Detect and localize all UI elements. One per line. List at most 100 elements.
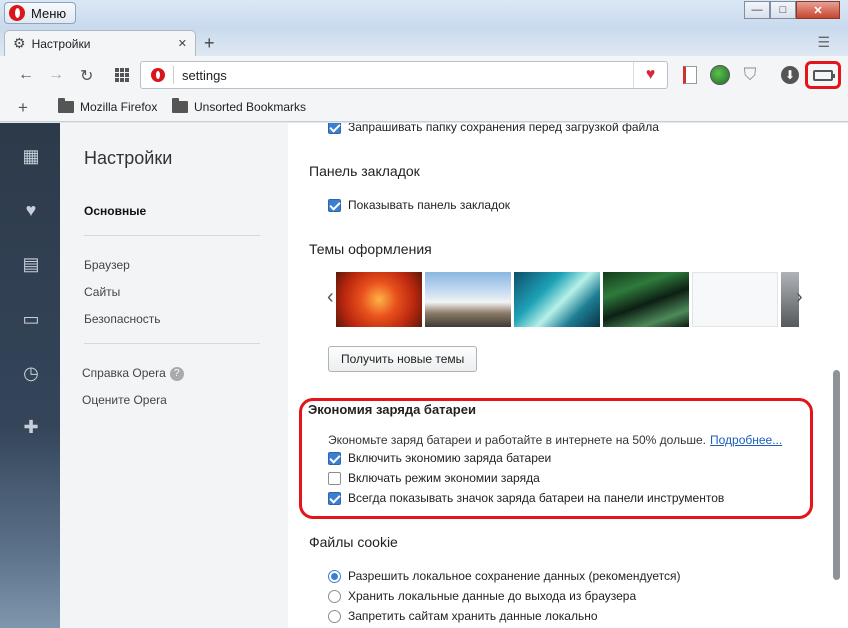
theme-thumbnail-mountains[interactable] xyxy=(425,272,511,327)
rate-opera-link[interactable]: Оцените Opera xyxy=(82,393,167,407)
question-icon: ? xyxy=(169,366,184,381)
download-icon[interactable] xyxy=(780,65,800,85)
help-label: Справка Opera xyxy=(82,366,166,380)
option-label: Включить экономию заряда батареи xyxy=(348,451,552,465)
enable-battery-saver-checkbox[interactable] xyxy=(328,451,341,465)
battery-desc-text: Экономьте заряд батареи и работайте в ин… xyxy=(328,433,706,447)
shield-icon[interactable]: ⛉ xyxy=(740,65,760,85)
cookie-option-allow[interactable]: Разрешить локальное сохранение данных (р… xyxy=(328,569,680,583)
devices-rail-icon[interactable]: ▭ xyxy=(20,308,42,330)
opera-help-link[interactable]: Справка Opera? xyxy=(82,366,184,381)
theme-thumbnail-flower[interactable] xyxy=(336,272,422,327)
bookmark-notebook-icon[interactable] xyxy=(680,65,700,85)
bookmarks-bar: + Mozilla Firefox Unsorted Bookmarks xyxy=(0,94,848,122)
sidebar-item-basic[interactable]: Основные xyxy=(84,204,146,218)
tab-strip: ⚙ Настройки ✕ xyxy=(0,28,848,56)
speed-dial-rail-icon[interactable]: ▦ xyxy=(20,145,42,167)
history-clock-icon[interactable]: ◷ xyxy=(20,362,42,384)
address-url[interactable]: settings xyxy=(182,68,227,83)
cookie-block-radio[interactable] xyxy=(328,609,341,623)
learn-more-link[interactable]: Подробнее... xyxy=(710,433,782,447)
battery-icon xyxy=(813,69,835,81)
bookmark-label: Unsorted Bookmarks xyxy=(194,100,307,114)
settings-title: Настройки xyxy=(84,148,173,168)
opera-badge-icon xyxy=(151,68,165,82)
opera-logo-icon xyxy=(9,5,25,21)
menu-label: Меню xyxy=(31,5,67,21)
battery-saver-heading: Экономия заряда батареи xyxy=(308,402,476,417)
folder-icon xyxy=(58,98,74,113)
theme-thumbnail-leaf[interactable] xyxy=(603,272,689,327)
themes-carousel xyxy=(336,272,799,327)
cookie-option-block[interactable]: Запретить сайтам хранить данные локально xyxy=(328,609,598,623)
sidebar-rail: ▦ ♥ ▤ ▭ ◷ ✚ xyxy=(0,123,60,628)
settings-content: Запрашивать папку сохранения перед загру… xyxy=(288,123,828,628)
themes-heading: Темы оформления xyxy=(309,241,432,257)
theme-thumbnail-blank[interactable] xyxy=(692,272,778,327)
sidebar-item-sites[interactable]: Сайты xyxy=(84,285,120,299)
extensions-puzzle-icon[interactable]: ✚ xyxy=(20,416,42,438)
sidebar-divider xyxy=(84,235,260,236)
address-toolbar: ← → ↻ settings ♥ ⛉ xyxy=(0,56,848,94)
new-tab-button[interactable]: + xyxy=(204,33,215,54)
battery-saver-toolbar-button[interactable] xyxy=(805,61,841,89)
tab-menu-icon[interactable]: ☰ xyxy=(817,34,830,51)
cookie-option-session[interactable]: Хранить локальные данные до выхода из бр… xyxy=(328,589,636,603)
theme-thumbnail-waves[interactable] xyxy=(514,272,600,327)
tab-close-icon[interactable]: ✕ xyxy=(178,37,187,50)
settings-sidebar: Настройки Основные Браузер Сайты Безопас… xyxy=(60,123,288,628)
option-label: Запрашивать папку сохранения перед загру… xyxy=(348,123,659,134)
news-rail-icon[interactable]: ▤ xyxy=(20,253,42,275)
back-icon[interactable]: ← xyxy=(18,66,34,84)
gear-icon: ⚙ xyxy=(13,35,26,51)
cookies-heading: Файлы cookie xyxy=(309,534,398,550)
show-bookmarks-panel-checkbox[interactable] xyxy=(328,198,341,212)
option-label: Включать режим экономии заряда xyxy=(348,471,540,485)
get-new-themes-button[interactable]: Получить новые темы xyxy=(328,346,478,372)
show-battery-icon-option[interactable]: Всегда показывать значок заряда батареи … xyxy=(328,491,724,505)
show-battery-icon-checkbox[interactable] xyxy=(328,491,341,505)
tab-title: Настройки xyxy=(31,36,91,51)
ask-download-folder-option[interactable]: Запрашивать папку сохранения перед загру… xyxy=(328,123,659,134)
bookmark-folder-unsorted[interactable]: Unsorted Bookmarks xyxy=(172,98,307,114)
auto-battery-saver-checkbox[interactable] xyxy=(328,471,341,485)
cookie-allow-radio[interactable] xyxy=(328,569,341,583)
globe-extension-icon[interactable] xyxy=(710,65,730,85)
bookmarks-panel-heading: Панель закладок xyxy=(309,163,420,179)
title-bar: Меню — □ ✕ xyxy=(0,0,848,28)
option-label: Хранить локальные данные до выхода из бр… xyxy=(348,589,637,603)
option-label: Разрешить локальное сохранение данных (р… xyxy=(348,569,681,583)
close-window-button[interactable]: ✕ xyxy=(796,1,840,19)
window-controls: — □ ✕ xyxy=(744,1,840,19)
folder-icon xyxy=(172,98,188,113)
address-divider xyxy=(173,66,174,84)
chevron-right-icon[interactable]: › xyxy=(796,286,803,309)
enable-battery-saver-option[interactable]: Включить экономию заряда батареи xyxy=(328,451,551,465)
sidebar-divider xyxy=(84,343,260,344)
chevron-left-icon[interactable]: ‹ xyxy=(327,286,334,309)
show-bookmarks-panel-option[interactable]: Показывать панель закладок xyxy=(328,198,510,212)
forward-icon[interactable]: → xyxy=(48,66,64,84)
bookmark-folder-firefox[interactable]: Mozilla Firefox xyxy=(58,98,158,114)
battery-description: Экономьте заряд батареи и работайте в ин… xyxy=(328,433,782,447)
address-bar[interactable]: settings ♥ xyxy=(140,61,668,89)
maximize-button[interactable]: □ xyxy=(770,1,796,19)
cookie-session-radio[interactable] xyxy=(328,589,341,603)
minimize-button[interactable]: — xyxy=(744,1,770,19)
ask-download-folder-checkbox[interactable] xyxy=(328,123,341,134)
heart-rail-icon[interactable]: ♥ xyxy=(20,199,42,221)
auto-battery-saver-option[interactable]: Включать режим экономии заряда xyxy=(328,471,540,485)
speed-dial-icon[interactable] xyxy=(115,68,129,82)
heart-icon[interactable]: ♥ xyxy=(633,62,667,88)
option-label: Всегда показывать значок заряда батареи … xyxy=(348,491,725,505)
opera-menu-button[interactable]: Меню xyxy=(4,2,76,24)
sidebar-item-security[interactable]: Безопасность xyxy=(84,312,161,326)
option-label: Запретить сайтам хранить данные локально xyxy=(348,609,598,623)
add-bookmark-icon[interactable]: + xyxy=(18,98,28,118)
reload-icon[interactable]: ↻ xyxy=(80,66,93,86)
option-label: Показывать панель закладок xyxy=(348,198,511,212)
tab-settings[interactable]: ⚙ Настройки ✕ xyxy=(4,30,196,56)
scrollbar-thumb[interactable] xyxy=(833,370,840,580)
sidebar-item-browser[interactable]: Браузер xyxy=(84,258,130,272)
bookmark-label: Mozilla Firefox xyxy=(80,100,158,114)
